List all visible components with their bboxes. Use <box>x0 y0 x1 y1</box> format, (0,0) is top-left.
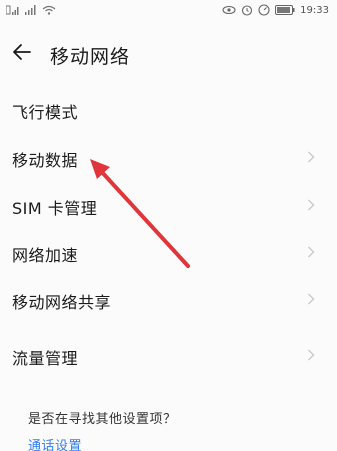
screen: 19:33 移动网络 飞行模式 移动数据 SIM 卡管理 网络加速 移动网络共享 <box>0 0 337 451</box>
wifi-icon <box>42 5 56 15</box>
chevron-right-icon <box>308 151 315 163</box>
menu-item-airplane-mode[interactable]: 飞行模式 <box>0 89 337 129</box>
page-title: 移动网络 <box>50 46 131 68</box>
signal-icon <box>25 5 36 15</box>
menu-item-label: 飞行模式 <box>12 103 79 122</box>
speed-icon <box>258 4 270 16</box>
arrow-left-icon[interactable] <box>10 40 34 64</box>
menu-item-label: 网络加速 <box>12 246 79 265</box>
menu-item-sim-management[interactable]: SIM 卡管理 <box>0 185 337 225</box>
menu-item-label: 移动网络共享 <box>12 293 112 312</box>
footer-question: 是否在寻找其他设置项？ <box>28 412 177 427</box>
status-bar: 19:33 <box>0 0 337 22</box>
battery-icon <box>275 5 295 15</box>
status-left <box>6 5 56 15</box>
chevron-right-icon <box>308 199 315 211</box>
alarm-icon <box>242 5 253 16</box>
menu-item-network-acceleration[interactable]: 网络加速 <box>0 232 337 272</box>
menu-item-tethering[interactable]: 移动网络共享 <box>0 279 337 319</box>
chevron-right-icon <box>308 293 315 305</box>
menu-item-mobile-data[interactable]: 移动数据 <box>0 137 337 177</box>
chevron-right-icon <box>308 246 315 258</box>
status-right: 19:33 <box>222 4 329 16</box>
menu-item-data-usage[interactable]: 流量管理 <box>0 335 337 375</box>
menu-item-label: 流量管理 <box>12 349 79 368</box>
menu-item-label: 移动数据 <box>12 151 79 170</box>
chevron-right-icon <box>308 349 315 361</box>
sim-signal-icon <box>6 5 19 15</box>
eye-comfort-icon <box>222 5 236 15</box>
status-time: 19:33 <box>300 4 329 16</box>
menu-item-label: SIM 卡管理 <box>12 199 98 218</box>
call-settings-link[interactable]: 通话设置 <box>28 435 82 451</box>
header: 移动网络 <box>0 36 337 72</box>
